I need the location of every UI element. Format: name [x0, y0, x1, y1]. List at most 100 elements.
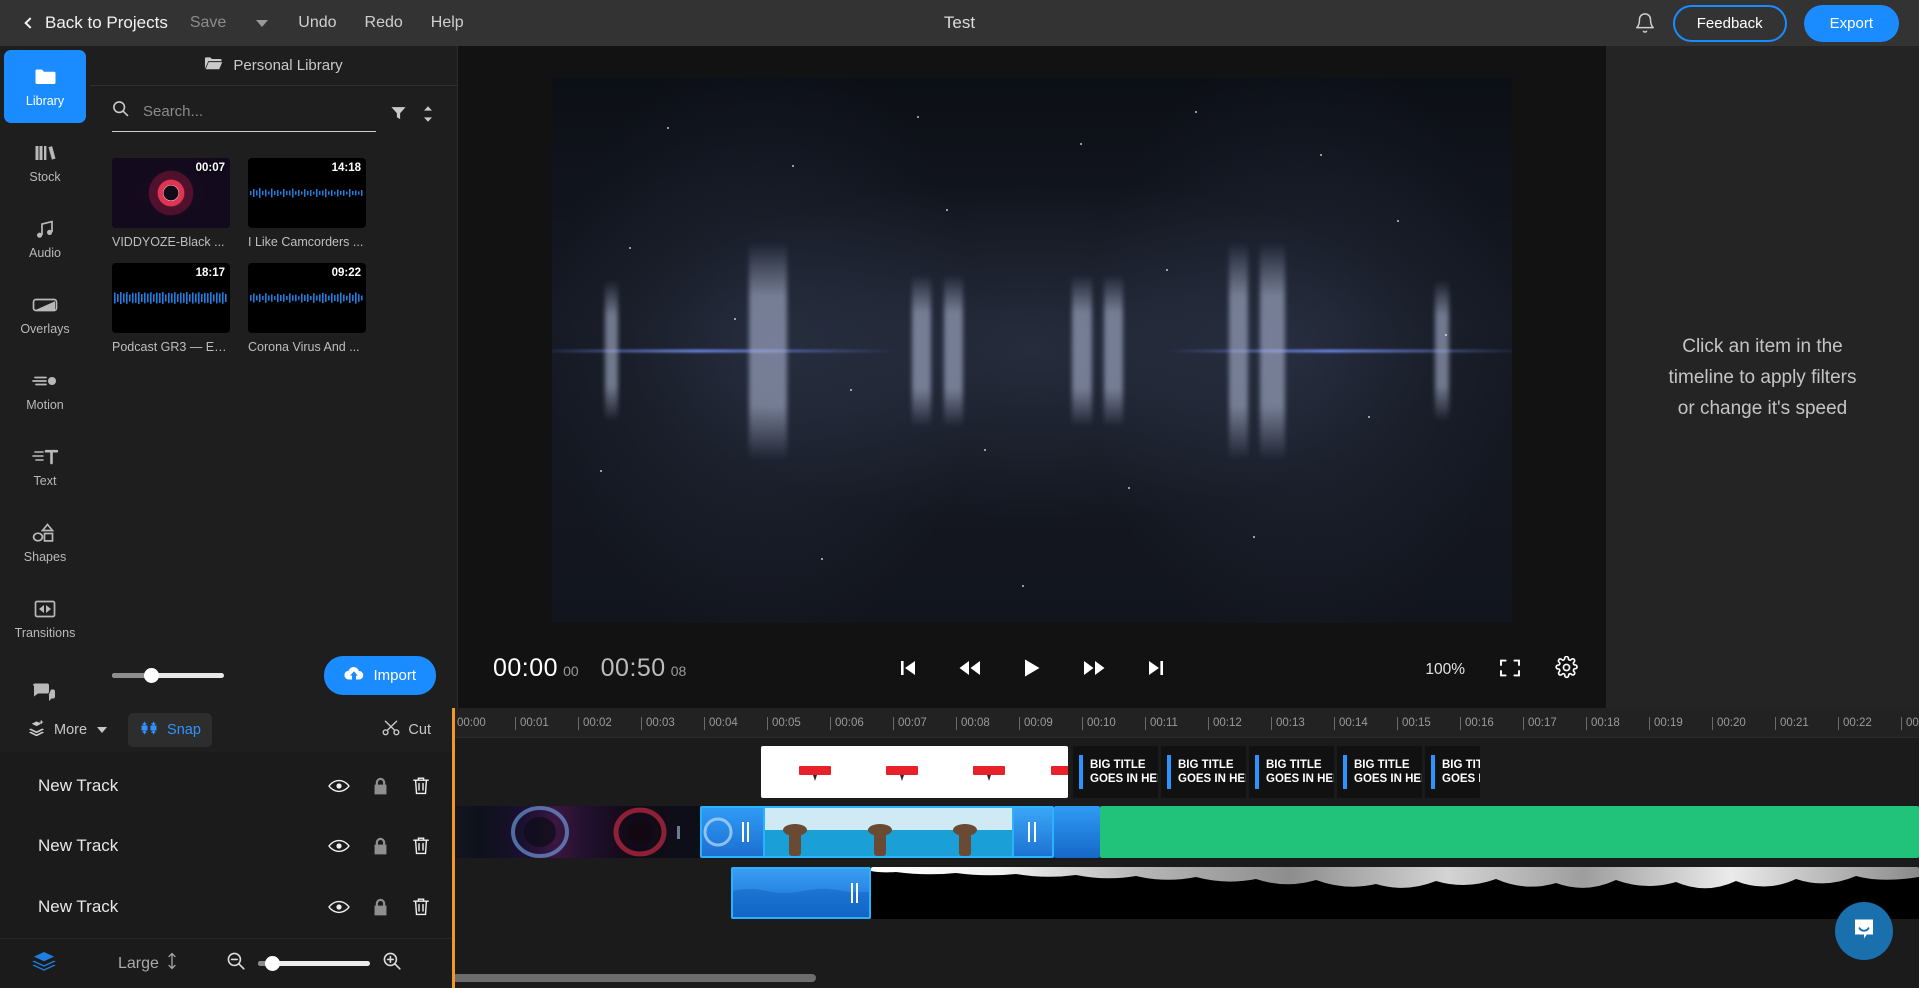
undo-button[interactable]: Undo [284, 10, 350, 36]
support-chat-button[interactable] [1835, 902, 1893, 960]
sidebar-item-motion[interactable]: Motion [4, 354, 86, 427]
left-nav-rail: Library Stock Audio Overlays Motion Text… [0, 46, 90, 708]
filter-icon[interactable] [390, 105, 407, 127]
eye-icon[interactable] [328, 775, 350, 797]
list-item[interactable]: 09:22 Corona Virus And ... [248, 263, 366, 354]
timeline-clip-video-5[interactable] [1054, 806, 1100, 858]
playhead[interactable] [452, 708, 455, 988]
library-footer: Import [90, 642, 458, 708]
timeline-horizontal-scrollbar[interactable] [452, 974, 1919, 982]
timeline-clip-title[interactable]: BIG TITLEGOES IN HERE [1337, 746, 1422, 798]
timeline-clip-water[interactable] [731, 867, 871, 919]
video-preview[interactable] [552, 78, 1512, 623]
list-item[interactable]: 14:18 I Like Camcorders ... [248, 158, 366, 249]
search-input[interactable] [143, 102, 376, 120]
timeline-clip-video-2[interactable] [700, 806, 767, 858]
notifications-bell-icon[interactable] [1634, 12, 1656, 34]
help-button[interactable]: Help [417, 10, 478, 36]
folder-open-icon [204, 56, 223, 75]
timeline-ruler[interactable]: 00:00 00:01 00:02 00:03 00:04 00:05 00:0… [452, 708, 1919, 738]
back-to-projects-button[interactable]: Back to Projects [18, 9, 176, 37]
timeline-clip-title[interactable]: BIG TITLEGOES IN HERE [1249, 746, 1334, 798]
slider-knob[interactable] [144, 667, 159, 683]
sidebar-item-overlays[interactable]: Overlays [4, 278, 86, 351]
search-field-wrapper[interactable] [112, 100, 376, 132]
timeline-clip-video-3[interactable] [763, 806, 1016, 858]
fast-forward-button[interactable] [1079, 654, 1109, 682]
clip-title-text: BIG TITLEGOES IN HERE [1354, 759, 1422, 785]
gear-icon[interactable] [1555, 655, 1578, 684]
sidebar-item-text[interactable]: Text [4, 430, 86, 503]
timeline-zoom-slider[interactable] [257, 956, 370, 971]
redo-button[interactable]: Redo [351, 10, 417, 36]
trash-icon[interactable] [410, 896, 432, 918]
library-search-row [112, 100, 435, 132]
snap-toggle[interactable]: Snap [128, 713, 212, 747]
properties-panel: Click an item in the timeline to apply f… [1606, 46, 1919, 708]
layers-icon[interactable] [32, 951, 56, 976]
clip-thumbnail [452, 806, 680, 858]
cut-button[interactable]: Cut [371, 713, 442, 747]
skip-to-end-button[interactable] [1141, 654, 1171, 682]
zoom-in-icon[interactable] [382, 951, 402, 976]
fullscreen-icon[interactable] [1499, 658, 1521, 683]
timeline-clip-title[interactable]: BIG TITLEGOES IN HERE [1161, 746, 1246, 798]
media-thumbnail[interactable]: 09:22 [248, 263, 366, 333]
skip-to-start-button[interactable] [893, 654, 923, 682]
play-button[interactable] [1017, 654, 1047, 682]
track-header-2[interactable]: New Track [0, 820, 452, 872]
track-size-selector[interactable]: Large [118, 952, 178, 975]
track-header-1[interactable]: New Track [0, 760, 452, 812]
empty-state-line-3: or change it's speed [1677, 397, 1848, 419]
save-button[interactable]: Save [176, 10, 240, 36]
lock-icon[interactable] [369, 896, 391, 918]
sidebar-item-audio[interactable]: Audio [4, 202, 86, 275]
trash-icon[interactable] [410, 835, 432, 857]
zoom-level[interactable]: 100% [1425, 661, 1465, 679]
eye-icon[interactable] [328, 835, 350, 857]
list-item[interactable]: 00:07 VIDDYOZE-Black ... [112, 158, 230, 249]
clip-title-text: BIG TITLEGOES IN HERE [1178, 759, 1246, 785]
rewind-button[interactable] [955, 654, 985, 682]
timeline-clip-video-4[interactable] [1012, 806, 1054, 858]
trash-icon[interactable] [410, 775, 432, 797]
lock-icon[interactable] [369, 835, 391, 857]
sidebar-item-shapes[interactable]: Shapes [4, 506, 86, 579]
sidebar-item-label: Shapes [23, 550, 67, 564]
media-name: VIDDYOZE-Black ... [112, 235, 225, 249]
personal-library-header[interactable]: Personal Library [90, 46, 457, 86]
eye-icon[interactable] [328, 896, 350, 918]
zoom-out-icon[interactable] [226, 951, 246, 976]
media-thumbnail[interactable]: 00:07 [112, 158, 230, 228]
sidebar-item-captions[interactable] [4, 658, 86, 708]
sidebar-item-transitions[interactable]: Transitions [4, 582, 86, 655]
timeline-clip-green[interactable] [1100, 806, 1919, 858]
list-item[interactable]: 18:17 Podcast GR3 — Ed... [112, 263, 230, 354]
timeline-clip-video-1[interactable] [452, 806, 700, 858]
track-header-3[interactable]: New Track [0, 881, 452, 933]
timeline-area[interactable]: 00:00 00:01 00:02 00:03 00:04 00:05 00:0… [452, 708, 1919, 988]
save-dropdown-caret-icon[interactable] [256, 19, 269, 27]
timeline-clip-audio[interactable] [871, 867, 1919, 919]
scrollbar-thumb[interactable] [452, 974, 816, 982]
zoom-slider-knob[interactable] [264, 956, 280, 971]
export-button[interactable]: Export [1803, 4, 1899, 42]
more-button[interactable]: More [16, 713, 118, 747]
sort-icon[interactable] [421, 105, 435, 128]
timeline-clip-graphic[interactable] [761, 746, 1068, 798]
sidebar-item-label: Library [25, 94, 65, 108]
audio-waveform-icon [250, 188, 363, 198]
lock-icon[interactable] [369, 775, 391, 797]
media-thumbnail[interactable]: 14:18 [248, 158, 366, 228]
sidebar-item-stock[interactable]: Stock [4, 126, 86, 199]
track-controls [328, 835, 432, 857]
feedback-button[interactable]: Feedback [1672, 4, 1787, 42]
snap-label: Snap [167, 722, 201, 738]
empty-state-line-1: Click an item in the [1682, 335, 1843, 357]
media-thumbnail[interactable]: 18:17 [112, 263, 230, 333]
import-button[interactable]: Import [324, 655, 436, 695]
timeline-clip-title[interactable]: BIG TITLEGOES IN HERE [1073, 746, 1158, 798]
sidebar-item-library[interactable]: Library [4, 50, 86, 123]
thumbnail-size-slider[interactable] [112, 667, 224, 683]
timeline-clip-title[interactable]: BIG TITLEGOES IN H [1425, 746, 1480, 798]
